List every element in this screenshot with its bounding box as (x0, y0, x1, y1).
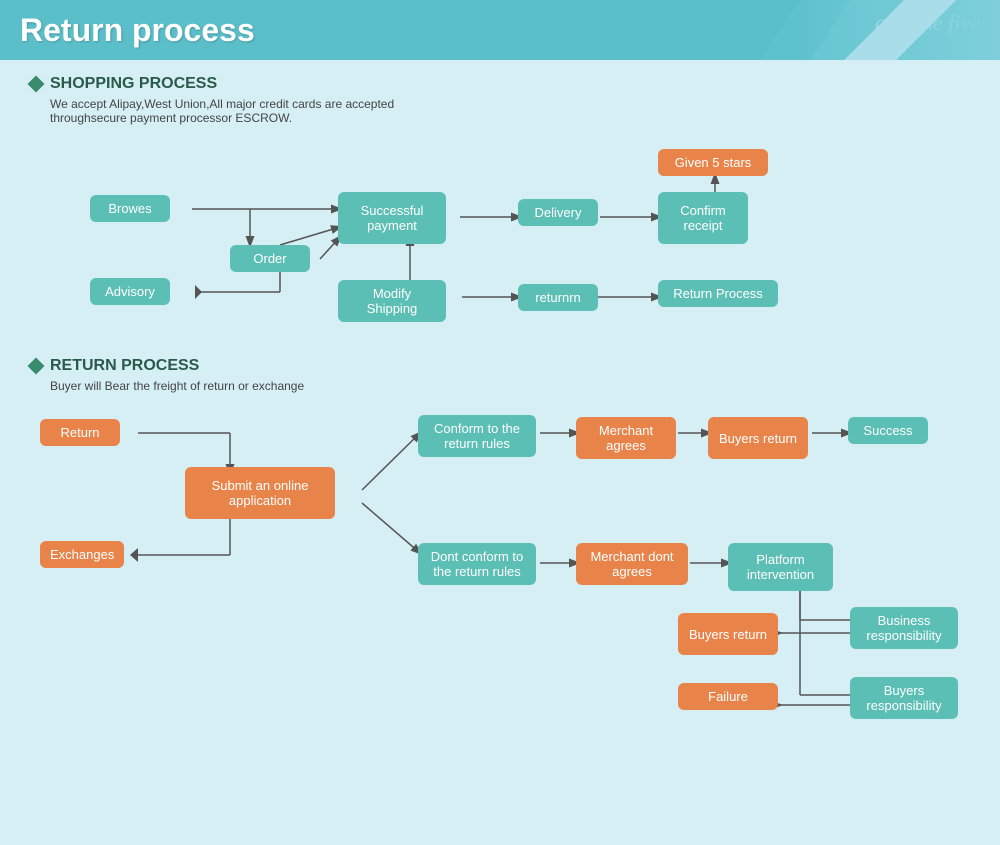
submit-online-box: Submit an online application (185, 467, 335, 519)
modify-shipping-box: Modify Shipping (338, 280, 446, 322)
advisory-box: Advisory (90, 278, 170, 305)
buyers-return1-box: Buyers return (708, 417, 808, 459)
shopping-section-header: SHOPPING PROCESS (30, 75, 970, 93)
merchant-agrees-box: Merchant agrees (576, 417, 676, 459)
return-title: RETURN PROCESS (50, 357, 199, 375)
successful-payment-box: Successful payment (338, 192, 446, 244)
shopping-desc: We accept Alipay,West Union,All major cr… (50, 97, 970, 125)
business-resp-box: Business responsibility (850, 607, 958, 649)
diamond-icon-2 (28, 358, 45, 375)
return-button-box: Return (40, 419, 120, 446)
platform-box: Platform intervention (728, 543, 833, 591)
buyers-resp-box: Buyers responsibility (850, 677, 958, 719)
browes-box: Browes (90, 195, 170, 222)
success-box: Success (848, 417, 928, 444)
return-flow: Return Submit an online application Exch… (30, 405, 970, 725)
order-box: Order (230, 245, 310, 272)
shopping-title: SHOPPING PROCESS (50, 75, 217, 93)
merchant-dont-box: Merchant dont agrees (576, 543, 688, 585)
delivery-box: Delivery (518, 199, 598, 226)
conform-rules-box: Conform to the return rules (418, 415, 536, 457)
return-process-box: Return Process (658, 280, 778, 307)
dont-conform-box: Dont conform to the return rules (418, 543, 536, 585)
exchanges-box: Exchanges (40, 541, 124, 568)
return-desc: Buyer will Bear the freight of return or… (50, 379, 970, 393)
diamond-icon (28, 76, 45, 93)
header: Return process give me five (0, 0, 1000, 60)
shopping-flow: Browes Order Advisory Successful payment… (30, 137, 970, 347)
confirm-receipt-box: Confirm receipt (658, 192, 748, 244)
returnrn-box: returnrn (518, 284, 598, 311)
given-5-stars-box: Given 5 stars (658, 149, 768, 176)
return-section-header: RETURN PROCESS (30, 357, 970, 375)
brand-logo: give me five (875, 10, 980, 36)
failure-box: Failure (678, 683, 778, 710)
header-title: Return process (20, 12, 255, 49)
buyers-return2-box: Buyers return (678, 613, 778, 655)
